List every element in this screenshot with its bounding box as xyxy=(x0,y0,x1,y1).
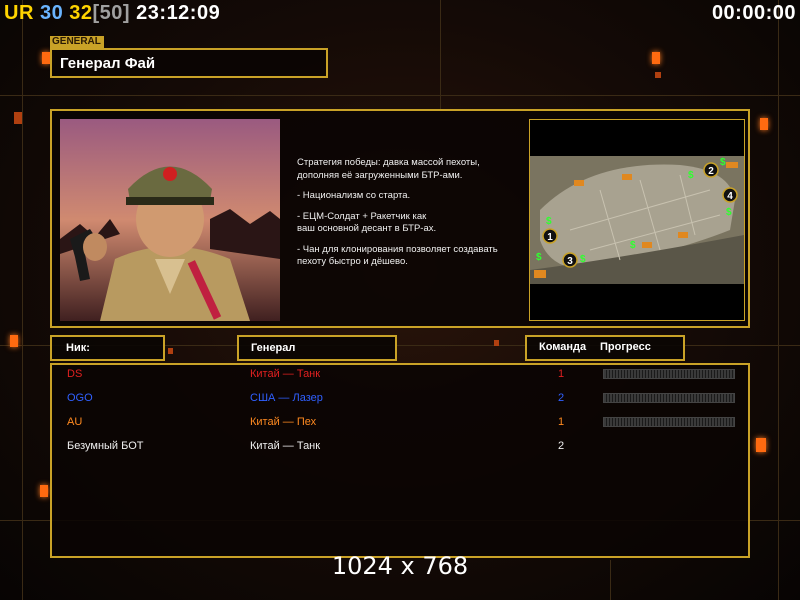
description-line: - Чан для клонирования позволяет создава… xyxy=(297,243,498,268)
glow-light xyxy=(10,335,18,347)
start-position-1: 1 xyxy=(542,228,558,244)
resolution-label: 1024 x 768 xyxy=(331,552,469,580)
start-position-2: 2 xyxy=(703,162,719,178)
player-progress-bar xyxy=(603,369,735,379)
table-row[interactable]: DS Китай — Танк 1 xyxy=(52,365,748,385)
bg-line xyxy=(0,95,800,96)
glow-light xyxy=(494,340,499,346)
hud-cap: [50] xyxy=(92,2,131,24)
svg-text:$: $ xyxy=(580,254,586,265)
svg-text:$: $ xyxy=(536,252,542,263)
player-general: Китай — Танк xyxy=(250,440,321,452)
bg-line xyxy=(778,0,779,600)
player-team: 2 xyxy=(558,440,565,452)
player-team: 1 xyxy=(558,416,565,428)
player-list: DS Китай — Танк 1 OGO США — Лазер 2 AU К… xyxy=(50,363,750,558)
player-nick: DS xyxy=(67,368,83,380)
player-general: Китай — Танк xyxy=(250,368,321,380)
svg-text:$: $ xyxy=(720,157,726,168)
svg-text:4: 4 xyxy=(727,191,733,202)
table-row[interactable]: Безумный БОТ Китай — Танк 2 xyxy=(52,437,748,457)
minimap[interactable]: 1 2 3 4 $ $ $ $ $ $ $ xyxy=(529,119,745,321)
glow-light xyxy=(168,348,173,354)
glow-light xyxy=(14,112,22,124)
svg-text:$: $ xyxy=(630,240,636,251)
hud-stats: UR 30 32[50] 23:12:09 xyxy=(4,2,220,25)
description-line: - ЕЦМ-Солдат + Ракетчик как ваш основной… xyxy=(297,210,437,235)
header-nick-label: Ник: xyxy=(66,342,90,354)
player-nick: Безумный БОТ xyxy=(67,440,144,452)
table-row[interactable]: AU Китай — Пех 1 xyxy=(52,413,748,433)
general-tag: GENERAL xyxy=(50,36,104,48)
player-progress-bar xyxy=(603,393,735,403)
general-description: Стратегия победы: давка массой пехоты, д… xyxy=(297,157,527,277)
svg-text:$: $ xyxy=(688,170,694,181)
glow-light xyxy=(760,118,768,130)
player-team: 2 xyxy=(558,392,565,404)
header-team-progress[interactable]: Команда Прогресс xyxy=(525,335,685,361)
table-row[interactable]: OGO США — Лазер 2 xyxy=(52,389,748,409)
general-portrait xyxy=(60,119,280,321)
player-general: Китай — Пех xyxy=(250,416,317,428)
svg-text:2: 2 xyxy=(708,166,714,177)
header-general-label: Генерал xyxy=(251,342,296,354)
header-nick[interactable]: Ник: xyxy=(50,335,165,361)
svg-text:1: 1 xyxy=(547,232,553,243)
glow-light xyxy=(756,438,766,452)
glow-light xyxy=(42,52,50,64)
glow-light xyxy=(652,52,660,64)
hud-clock: 23:12:09 xyxy=(136,2,221,24)
start-position-4: 4 xyxy=(722,187,738,203)
header-team-label: Команда xyxy=(539,341,587,353)
general-info-panel: Стратегия победы: давка массой пехоты, д… xyxy=(50,109,750,328)
portrait-image xyxy=(60,119,280,321)
hud-timer: 00:00:00 xyxy=(711,2,796,24)
glow-light xyxy=(655,72,661,78)
general-name: Генерал Фай xyxy=(60,55,156,72)
header-progress-label: Прогресс xyxy=(600,341,651,353)
minimap-image: 1 2 3 4 $ $ $ $ $ $ $ xyxy=(530,120,744,320)
player-progress-bar xyxy=(603,417,735,427)
description-line: Стратегия победы: давка массой пехоты, д… xyxy=(297,157,480,181)
hud-ur: UR xyxy=(4,2,34,24)
player-team: 1 xyxy=(558,368,565,380)
hud-num2: 32 xyxy=(69,2,93,24)
general-title-box: Генерал Фай xyxy=(50,48,328,78)
bg-line xyxy=(440,0,441,110)
svg-text:$: $ xyxy=(726,207,732,218)
player-nick: AU xyxy=(67,416,83,428)
hud-num1: 30 xyxy=(39,2,64,24)
svg-text:$: $ xyxy=(546,216,552,227)
start-position-3: 3 xyxy=(562,252,578,268)
header-general[interactable]: Генерал xyxy=(237,335,397,361)
svg-text:3: 3 xyxy=(567,256,573,267)
description-line: - Национализм со старта. xyxy=(297,190,411,201)
bg-line xyxy=(22,0,23,600)
player-nick: OGO xyxy=(67,392,93,404)
player-general: США — Лазер xyxy=(250,392,323,404)
glow-light xyxy=(40,485,48,497)
